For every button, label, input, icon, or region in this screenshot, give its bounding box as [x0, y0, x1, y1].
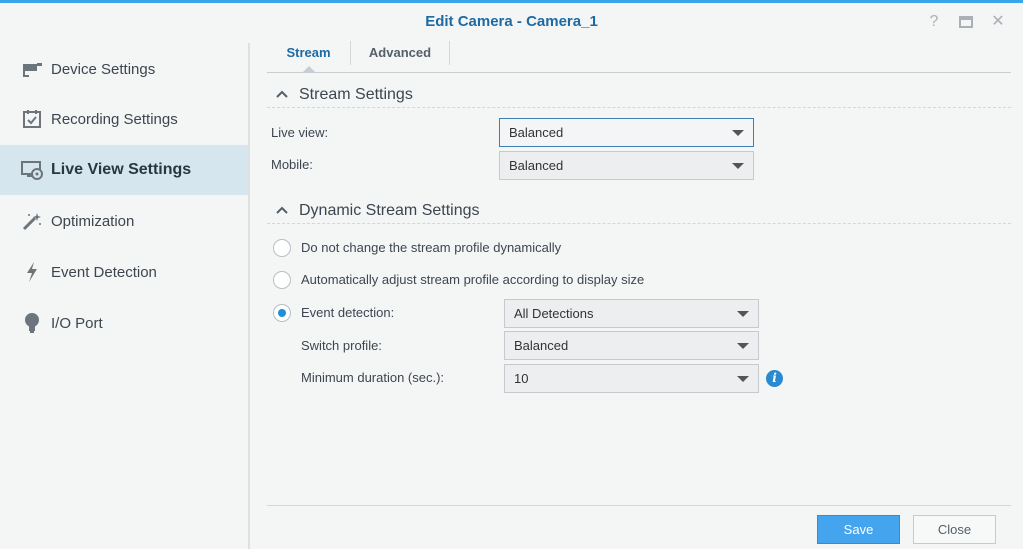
select-value: Balanced: [509, 158, 564, 173]
switch-profile-label: Switch profile:: [301, 338, 382, 353]
edit-camera-dialog: Edit Camera - Camera_1 ? ✕ Device Settin…: [0, 0, 1023, 549]
section-title: Stream Settings: [299, 85, 413, 103]
radio-no-dynamic-change[interactable]: [273, 239, 291, 257]
sidebar-item-recording-settings[interactable]: Recording Settings: [0, 94, 249, 144]
calendar-check-icon: [21, 108, 43, 130]
magic-wand-icon: [21, 210, 43, 232]
select-value: Balanced: [514, 338, 569, 353]
tab-separator: [449, 41, 450, 65]
close-icon[interactable]: ✕: [988, 12, 1008, 32]
maximize-icon[interactable]: [956, 12, 976, 32]
sidebar-item-optimization[interactable]: Optimization: [0, 196, 249, 246]
footer-divider: [267, 505, 1011, 506]
chevron-up-icon: [275, 203, 291, 218]
caret-down-icon: [732, 163, 744, 169]
sidebar: Device Settings Recording Settings Live …: [0, 43, 249, 549]
sidebar-item-label: Live View Settings: [51, 161, 192, 178]
sidebar-item-device-settings[interactable]: Device Settings: [0, 44, 249, 94]
sidebar-item-label: I/O Port: [51, 314, 103, 332]
dialog-title: Edit Camera - Camera_1: [425, 13, 598, 30]
sidebar-item-live-view-settings[interactable]: Live View Settings: [0, 145, 249, 195]
section-title: Dynamic Stream Settings: [299, 201, 480, 219]
caret-down-icon: [737, 311, 749, 317]
camera-icon: [21, 58, 43, 80]
sidebar-item-io-port[interactable]: I/O Port: [0, 298, 249, 348]
min-duration-select[interactable]: 10: [504, 364, 759, 393]
live-view-select[interactable]: Balanced: [499, 118, 754, 147]
sidebar-item-label: Recording Settings: [51, 110, 178, 128]
sidebar-item-label: Optimization: [51, 212, 135, 230]
min-duration-label: Minimum duration (sec.):: [301, 370, 445, 385]
radio-auto-adjust[interactable]: [273, 271, 291, 289]
info-icon[interactable]: i: [766, 370, 783, 387]
radio-label: Event detection:: [301, 305, 395, 320]
select-value: 10: [514, 371, 529, 386]
sidebar-item-label: Device Settings: [51, 60, 156, 78]
switch-profile-select[interactable]: Balanced: [504, 331, 759, 360]
radio-label: Automatically adjust stream profile acco…: [301, 272, 645, 287]
dynamic-stream-settings-header[interactable]: Dynamic Stream Settings: [267, 198, 1011, 224]
live-view-label: Live view:: [271, 125, 329, 140]
stream-settings-header[interactable]: Stream Settings: [267, 82, 1011, 108]
titlebar: Edit Camera - Camera_1 ? ✕: [0, 6, 1023, 40]
sidebar-divider: [248, 43, 250, 549]
chevron-up-icon: [275, 87, 291, 102]
mobile-label: Mobile:: [271, 157, 313, 172]
mobile-select[interactable]: Balanced: [499, 151, 754, 180]
event-detection-select[interactable]: All Detections: [504, 299, 759, 328]
tab-advanced[interactable]: Advanced: [351, 39, 449, 72]
help-icon[interactable]: ?: [924, 12, 944, 32]
active-tab-indicator: [303, 66, 315, 72]
tab-bar: Stream Advanced: [267, 39, 1011, 73]
monitor-camera-icon: [21, 159, 43, 181]
caret-down-icon: [732, 130, 744, 136]
caret-down-icon: [737, 343, 749, 349]
bulb-icon: [21, 312, 43, 334]
caret-down-icon: [737, 376, 749, 382]
lightning-icon: [21, 261, 43, 283]
select-value: All Detections: [514, 306, 594, 321]
sidebar-item-label: Event Detection: [51, 263, 157, 281]
select-value: Balanced: [509, 125, 564, 140]
save-button[interactable]: Save: [817, 515, 900, 544]
sidebar-item-event-detection[interactable]: Event Detection: [0, 247, 249, 297]
radio-event-detection[interactable]: [273, 304, 291, 322]
close-button[interactable]: Close: [913, 515, 996, 544]
radio-label: Do not change the stream profile dynamic…: [301, 240, 562, 255]
